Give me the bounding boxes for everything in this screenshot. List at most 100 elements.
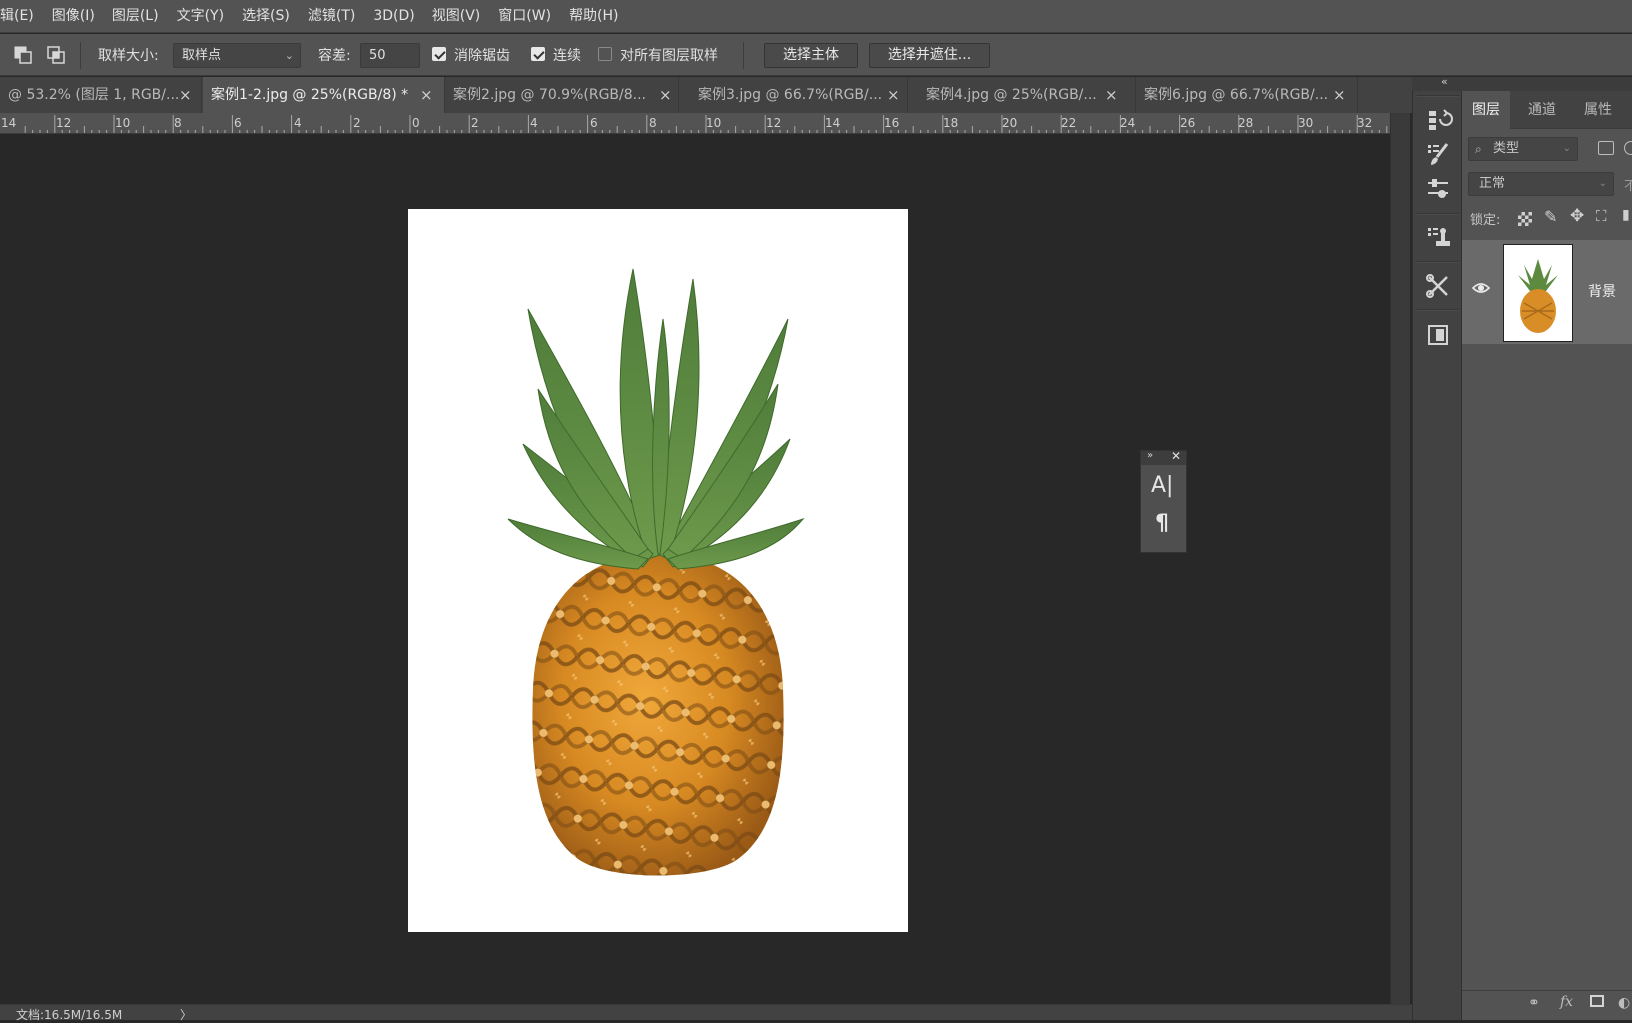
- lock-artboard-icon[interactable]: ⛶: [1596, 207, 1607, 225]
- layer-row-background[interactable]: 背景: [1462, 240, 1632, 344]
- menu-select[interactable]: 选择(S): [242, 0, 290, 33]
- tool-presets-icon[interactable]: [1423, 271, 1453, 301]
- close-icon[interactable]: ×: [659, 77, 672, 113]
- close-icon[interactable]: ×: [1105, 77, 1118, 113]
- lock-all-icon[interactable]: ▮: [1622, 207, 1630, 223]
- layer-filter-select[interactable]: ⌕ 类型 ⌄: [1468, 137, 1578, 161]
- panel-collapse-bar[interactable]: «: [1412, 75, 1632, 91]
- add-mask-icon[interactable]: [1590, 995, 1604, 1007]
- tab-document-2[interactable]: 案例1-2.jpg @ 25%(RGB/8) *: [203, 77, 445, 113]
- link-layers-icon[interactable]: ⚭: [1528, 995, 1540, 1011]
- menu-type[interactable]: 文字(Y): [177, 0, 224, 33]
- tab-document-1[interactable]: @ 53.2% (图层 1, RGB/...: [0, 77, 202, 113]
- tolerance-value: 50: [369, 48, 386, 63]
- options-separator: [743, 42, 744, 69]
- paragraph-panel-icon[interactable]: ¶: [1155, 511, 1179, 541]
- pineapple-thumbnail: [1518, 259, 1558, 333]
- expand-panel-icon[interactable]: »: [1147, 450, 1153, 461]
- options-bar: 取样大小: 取样点 ⌄ 容差: 50 消除锯齿 连续 对所有图层取样 选择主体 …: [0, 34, 1632, 76]
- clone-source-stamp-icon[interactable]: [1423, 222, 1453, 252]
- floating-panel-header[interactable]: » ✕: [1141, 449, 1186, 465]
- document-canvas[interactable]: [408, 209, 908, 932]
- vertical-scrollbar[interactable]: [1390, 113, 1410, 1004]
- tolerance-input[interactable]: 50: [360, 43, 420, 68]
- menu-filter[interactable]: 滤镜(T): [308, 0, 355, 33]
- ruler-label: 10: [115, 116, 131, 130]
- artboard-panel-icon[interactable]: [1423, 320, 1453, 350]
- lock-position-icon[interactable]: ✥: [1570, 206, 1584, 226]
- tab-layers[interactable]: 图层: [1462, 91, 1510, 129]
- close-icon[interactable]: ×: [179, 77, 192, 113]
- lock-label: 锁定:: [1470, 213, 1501, 228]
- close-icon[interactable]: ✕: [1171, 449, 1181, 463]
- ruler-label: 32: [1357, 116, 1373, 130]
- intersect-selection-icon[interactable]: [45, 44, 67, 66]
- sample-size-select[interactable]: 取样点 ⌄: [173, 43, 301, 68]
- brush-presets-icon[interactable]: [1423, 139, 1453, 169]
- status-menu-arrow[interactable]: 〉: [180, 1006, 192, 1023]
- ruler-label: 8: [174, 116, 182, 130]
- menu-layer[interactable]: 图层(L): [112, 0, 159, 33]
- close-icon[interactable]: ×: [1333, 77, 1346, 113]
- tab-label: @ 53.2% (图层 1, RGB/...: [8, 87, 180, 103]
- layers-panel-footer: ⚭ fx ◐: [1462, 990, 1632, 1020]
- horizontal-ruler: 14 12 10 8 6 4 2 0 2 4 6 8 10 12 14 16 1…: [0, 113, 1390, 134]
- chevron-down-icon: ⌄: [1598, 178, 1607, 189]
- menu-view[interactable]: 视图(V): [432, 0, 481, 33]
- blend-mode-value: 正常: [1479, 176, 1506, 191]
- character-panel-icon[interactable]: A|: [1151, 473, 1177, 503]
- ruler-label: 18: [943, 116, 959, 130]
- anti-alias-checkbox[interactable]: [432, 47, 446, 61]
- floating-character-panel: » ✕ A| ¶: [1140, 449, 1187, 553]
- document-size-status: 文档:16.5M/16.5M: [16, 1008, 123, 1022]
- menu-edit[interactable]: 辑(E): [0, 0, 34, 33]
- ruler-label: 6: [234, 116, 242, 130]
- tab-document-6[interactable]: 案例6.jpg @ 66.7%(RGB/...: [1136, 77, 1358, 113]
- menu-help[interactable]: 帮助(H): [569, 0, 618, 33]
- menu-window[interactable]: 窗口(W): [498, 0, 551, 33]
- eye-visibility-icon[interactable]: [1471, 280, 1491, 299]
- subtract-selection-icon[interactable]: [12, 44, 34, 66]
- chevron-down-icon: ⌄: [1562, 143, 1571, 154]
- blend-mode-select[interactable]: 正常 ⌄: [1468, 172, 1614, 196]
- tab-document-3[interactable]: 案例2.jpg @ 70.9%(RGB/8...: [445, 77, 679, 113]
- tab-document-4[interactable]: 案例3.jpg @ 66.7%(RGB/...: [690, 77, 908, 113]
- tab-label: 案例3.jpg @ 66.7%(RGB/...: [698, 87, 883, 103]
- close-icon[interactable]: ×: [887, 77, 900, 113]
- chevron-down-icon: ⌄: [284, 49, 294, 62]
- search-icon: ⌕: [1475, 142, 1482, 156]
- select-subject-button[interactable]: 选择主体: [764, 43, 858, 68]
- opacity-label: 不: [1624, 179, 1632, 194]
- layer-thumbnail: [1503, 244, 1573, 342]
- collapse-arrow-icon[interactable]: «: [1441, 75, 1448, 88]
- contiguous-checkbox[interactable]: [531, 47, 545, 61]
- anti-alias-label: 消除锯齿: [454, 48, 510, 64]
- tab-label: 案例2.jpg @ 70.9%(RGB/8...: [453, 87, 647, 103]
- close-icon[interactable]: ×: [420, 77, 433, 113]
- layer-name: 背景: [1588, 284, 1616, 300]
- lock-transparency-icon[interactable]: [1518, 212, 1532, 226]
- select-and-mask-button[interactable]: 选择并遮住...: [869, 43, 990, 68]
- image-filter-icon[interactable]: [1598, 141, 1614, 155]
- lock-paint-icon[interactable]: ✎: [1544, 207, 1557, 226]
- document-tab-bar: @ 53.2% (图层 1, RGB/... × 案例1-2.jpg @ 25%…: [0, 77, 1412, 113]
- panel-tab-bar: 图层 通道 属性: [1462, 91, 1632, 129]
- strip-grip: [1417, 95, 1459, 97]
- tab-document-5[interactable]: 案例4.jpg @ 25%(RGB/...: [918, 77, 1136, 113]
- adjustments-icon[interactable]: [1423, 173, 1453, 203]
- sample-all-layers-checkbox[interactable]: [598, 47, 612, 61]
- ruler-label: 2: [471, 116, 479, 130]
- tab-channels[interactable]: 通道: [1518, 91, 1566, 129]
- ruler-label: 28: [1238, 116, 1254, 130]
- tab-properties[interactable]: 属性: [1574, 91, 1622, 129]
- menu-3d[interactable]: 3D(D): [373, 0, 414, 33]
- sample-size-value: 取样点: [182, 48, 222, 63]
- adjustment-layer-icon[interactable]: ◐: [1618, 995, 1630, 1011]
- menu-image[interactable]: 图像(I): [52, 0, 95, 33]
- sample-size-label: 取样大小:: [98, 48, 159, 64]
- history-icon[interactable]: [1423, 105, 1453, 135]
- adjustment-filter-icon[interactable]: [1624, 141, 1632, 155]
- layer-style-icon[interactable]: fx: [1560, 994, 1573, 1010]
- tolerance-label: 容差:: [318, 48, 351, 64]
- menu-bar: 辑(E) 图像(I) 图层(L) 文字(Y) 选择(S) 滤镜(T) 3D(D)…: [0, 0, 1632, 33]
